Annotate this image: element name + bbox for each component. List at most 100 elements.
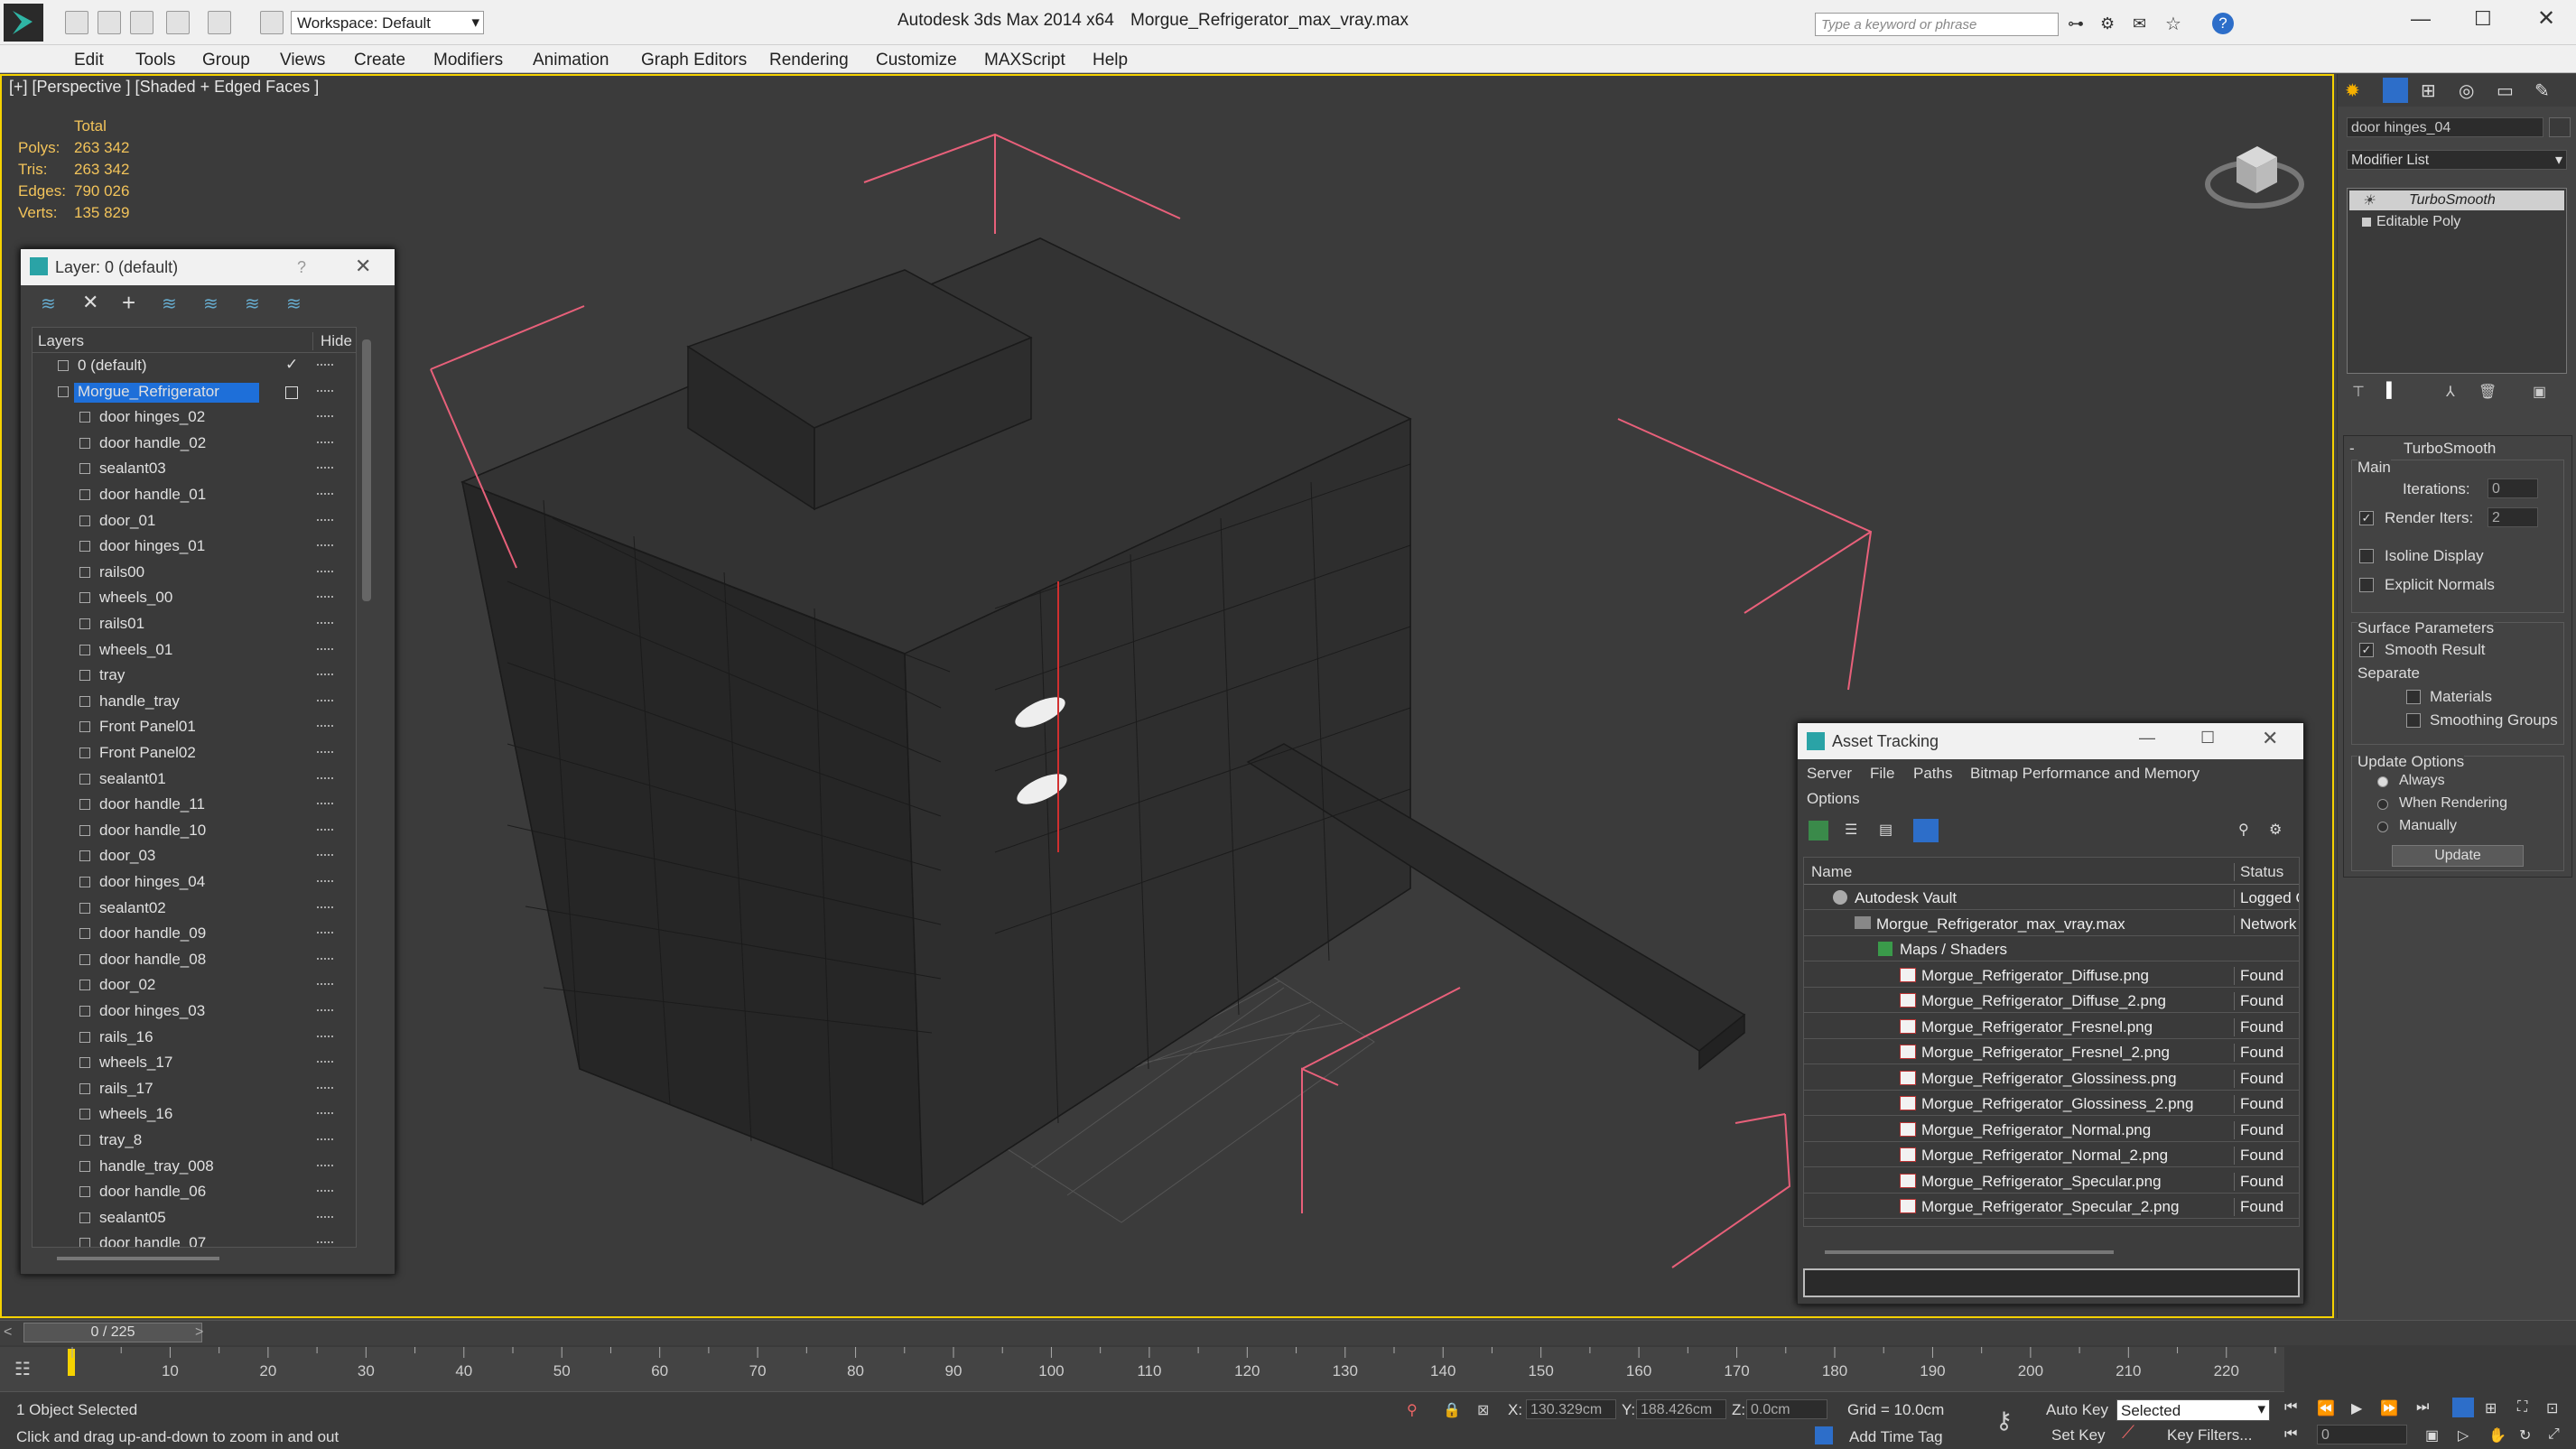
menu-customize[interactable]: Customize	[876, 51, 957, 70]
layer-row[interactable]: door hinges_02	[33, 404, 352, 430]
key-filters-button[interactable]: Key Filters...	[2167, 1426, 2252, 1444]
go-to-end-icon[interactable]: ⏭	[2416, 1399, 2429, 1416]
layer-row[interactable]: wheels_16	[33, 1101, 352, 1127]
table-view-icon[interactable]	[1913, 819, 1939, 842]
key-mode-toggle-icon[interactable]: ⏮	[2284, 1426, 2297, 1443]
update-button[interactable]: Update	[2392, 845, 2524, 867]
play-icon[interactable]: ▶	[2351, 1399, 2362, 1417]
asset-row[interactable]: Morgue_Refrigerator_Diffuse.png Found	[1804, 962, 2299, 988]
time-slider-thumb[interactable]: 0 / 225	[23, 1323, 202, 1342]
asset-maximize-button[interactable]: ☐	[2200, 729, 2215, 748]
layer-row[interactable]: door_03	[33, 843, 352, 868]
hide-toggle[interactable]	[317, 596, 333, 599]
menu-tools[interactable]: Tools	[135, 51, 175, 70]
app-logo-icon[interactable]	[4, 4, 43, 42]
smooth-result-checkbox[interactable]: ✓	[2359, 643, 2374, 657]
zoom-icon[interactable]	[2452, 1398, 2474, 1417]
asset-row[interactable]: Morgue_Refrigerator_Normal_2.png Found	[1804, 1142, 2299, 1167]
hide-toggle[interactable]	[317, 1009, 333, 1011]
hide-toggle[interactable]	[317, 570, 333, 572]
asset-minimize-button[interactable]: —	[2139, 729, 2155, 748]
add-layer-icon[interactable]: +	[122, 289, 135, 317]
field-of-view-icon[interactable]: ▷	[2458, 1426, 2469, 1444]
name-column-header[interactable]: Name	[1811, 863, 1852, 881]
layer-row[interactable]: sealant01	[33, 766, 352, 792]
hide-toggle[interactable]	[317, 647, 333, 650]
hide-toggle[interactable]	[317, 1061, 333, 1064]
asset-row[interactable]: Morgue_Refrigerator_Specular.png Found	[1804, 1168, 2299, 1194]
explicit-normals-checkbox[interactable]	[2359, 578, 2374, 592]
stack-editable-poly[interactable]: Editable Poly	[2349, 212, 2564, 232]
layer-row[interactable]: handle_tray	[33, 689, 352, 714]
iterations-spinner[interactable]: 0	[2488, 478, 2538, 498]
display-tab-icon[interactable]: ▭	[2497, 79, 2514, 102]
project-folder-icon[interactable]	[260, 11, 284, 34]
help-icon[interactable]: ?	[2212, 13, 2234, 34]
menu-modifiers[interactable]: Modifiers	[433, 51, 503, 70]
time-slider-next[interactable]: >	[195, 1324, 203, 1341]
hide-toggle[interactable]	[317, 389, 333, 392]
asset-row[interactable]: Morgue_Refrigerator_Fresnel_2.png Found	[1804, 1039, 2299, 1064]
asset-row[interactable]: Morgue_Refrigerator_max_vray.max Network	[1804, 911, 2299, 936]
pan-icon[interactable]: ✋	[2488, 1426, 2506, 1444]
pin-stack-icon[interactable]: ⊤	[2352, 383, 2365, 401]
layer-row[interactable]: rails00	[33, 560, 352, 585]
redo-icon[interactable]	[208, 11, 231, 34]
menu-rendering[interactable]: Rendering	[769, 51, 849, 70]
refrigerator-model[interactable]	[460, 237, 1746, 1206]
x-coordinate-field[interactable]: 130.329cm	[1526, 1399, 1616, 1419]
hide-toggle[interactable]	[317, 1086, 333, 1089]
layer-help-button[interactable]: ?	[297, 258, 306, 277]
manually-radio[interactable]	[2377, 822, 2388, 832]
layer-row[interactable]: Front Panel01	[33, 714, 352, 739]
layer-row[interactable]: door_02	[33, 972, 352, 998]
asset-menu-file[interactable]: File	[1870, 765, 1894, 783]
hide-toggle[interactable]	[317, 1190, 333, 1193]
layer-close-button[interactable]: ✕	[355, 255, 371, 278]
layer-row[interactable]: rails01	[33, 611, 352, 636]
asset-row[interactable]: Autodesk Vault Logged O	[1804, 885, 2299, 910]
hide-toggle[interactable]	[317, 803, 333, 805]
always-radio[interactable]	[2377, 776, 2388, 787]
hide-toggle[interactable]	[317, 776, 333, 779]
layer-row[interactable]: door hinges_04	[33, 869, 352, 895]
layers-column-header[interactable]: Layers	[38, 332, 84, 350]
workspace-dropdown[interactable]: Workspace: Default ▾	[291, 11, 484, 34]
hide-toggle[interactable]	[317, 1164, 333, 1166]
layer-row[interactable]: wheels_00	[33, 585, 352, 610]
close-button[interactable]: ✕	[2537, 5, 2555, 32]
menu-edit[interactable]: Edit	[74, 51, 104, 70]
layer-row[interactable]: tray_8	[33, 1128, 352, 1153]
selection-set-dropdown[interactable]: Selected ▾	[2116, 1399, 2270, 1421]
layer-row[interactable]: handle_tray_008	[33, 1154, 352, 1179]
hide-toggle[interactable]	[317, 544, 333, 547]
asset-close-button[interactable]: ✕	[2262, 727, 2278, 750]
asset-window-titlebar[interactable]: Asset Tracking — ☐ ✕	[1798, 723, 2303, 759]
configure-sets-icon[interactable]: ▣	[2533, 383, 2546, 401]
hide-toggle[interactable]	[317, 1241, 333, 1244]
hide-toggle[interactable]	[317, 880, 333, 882]
remove-modifier-icon[interactable]: 🗑	[2478, 383, 2497, 401]
status-column-header[interactable]: Status	[2234, 863, 2283, 881]
object-name-field[interactable]: door hinges_04	[2347, 117, 2543, 137]
maximize-button[interactable]: ☐	[2474, 7, 2492, 31]
zoom-all-icon[interactable]: ⊞	[2485, 1399, 2497, 1417]
y-coordinate-field[interactable]: 188.426cm	[1636, 1399, 1726, 1419]
hide-toggle[interactable]	[317, 932, 333, 934]
menu-views[interactable]: Views	[280, 51, 325, 70]
object-color-swatch[interactable]	[2549, 117, 2571, 137]
hide-toggle[interactable]	[317, 673, 333, 676]
smoothing-groups-checkbox[interactable]	[2406, 713, 2421, 728]
track-bar[interactable]: ☷ 10 20 30 40 50 60 70 80 90 100 110 120 130 140 150 16…	[0, 1347, 2284, 1392]
zoom-extents-all-icon[interactable]: ⊡	[2546, 1399, 2558, 1417]
set-key-button[interactable]: Set Key	[2051, 1426, 2106, 1444]
layer-row[interactable]: door handle_11	[33, 792, 352, 817]
vault-settings-icon[interactable]: ⚙	[2269, 821, 2282, 839]
hide-toggle[interactable]	[317, 828, 333, 831]
communication-icon[interactable]: ✉	[2133, 14, 2146, 33]
minimize-button[interactable]: —	[2411, 7, 2431, 31]
hide-toggle[interactable]	[317, 1138, 333, 1140]
layer-row[interactable]: door_01	[33, 508, 352, 534]
layer-row[interactable]: rails_17	[33, 1076, 352, 1101]
layer-scrollbar[interactable]	[362, 339, 371, 601]
